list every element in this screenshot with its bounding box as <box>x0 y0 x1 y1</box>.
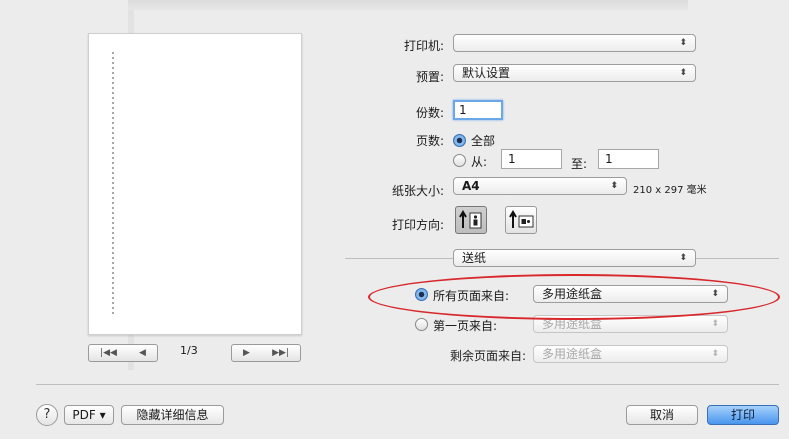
updown-arrow-icon: ⬍ <box>679 38 687 48</box>
printer-label: 打印机: <box>403 39 444 53</box>
page-preview <box>88 33 302 335</box>
section-menu-popup[interactable]: 送纸 ⬍ <box>453 249 696 267</box>
landscape-orientation-button[interactable] <box>505 206 537 234</box>
paper-dimensions: 210 x 297 毫米 <box>633 185 707 196</box>
first-page-button[interactable]: |◀◀ <box>100 348 117 358</box>
pages-from-radio[interactable] <box>453 154 466 167</box>
first-page-from-radio[interactable] <box>415 318 428 331</box>
hide-details-button[interactable]: 隐藏详细信息 <box>121 405 224 425</box>
pages-from-label: 从: <box>471 155 488 169</box>
updown-arrow-icon: ⬍ <box>610 181 618 191</box>
cancel-button[interactable]: 取消 <box>626 405 698 425</box>
pages-to-label: 至: <box>571 157 588 171</box>
preview-nav-forward: ▶ ▶▶| <box>231 344 301 362</box>
prev-page-button[interactable]: ◀ <box>139 348 146 358</box>
orientation-label: 打印方向: <box>391 218 444 232</box>
remaining-pages-source-value: 多用途纸盒 <box>542 347 603 361</box>
printer-popup[interactable]: ⬍ <box>453 34 696 52</box>
preview-nav-back: |◀◀ ◀ <box>88 344 158 362</box>
first-page-from-label: 第一页来自: <box>433 319 498 333</box>
footer-separator <box>36 384 779 385</box>
remaining-pages-source-popup[interactable]: 多用途纸盒 ⬍ <box>533 345 728 363</box>
preview-text-line <box>112 52 114 317</box>
updown-arrow-icon: ⬍ <box>711 349 719 359</box>
next-page-button[interactable]: ▶ <box>243 348 250 358</box>
last-page-button[interactable]: ▶▶| <box>272 348 289 358</box>
pages-from-field[interactable]: 1 <box>501 149 562 169</box>
updown-arrow-icon: ⬍ <box>711 319 719 329</box>
paper-size-label: 纸张大小: <box>391 184 444 198</box>
portrait-icon <box>459 210 482 229</box>
pages-all-label: 全部 <box>471 134 496 148</box>
landscape-icon <box>509 210 534 228</box>
page-indicator: 1/3 <box>180 344 198 357</box>
paper-size-popup[interactable]: A4 ⬍ <box>453 177 627 195</box>
highlight-ellipse <box>368 274 780 320</box>
copies-label: 份数: <box>415 106 444 120</box>
portrait-orientation-button[interactable] <box>455 206 487 234</box>
print-button[interactable]: 打印 <box>707 405 779 425</box>
pdf-menu-button[interactable]: PDF ▾ <box>64 405 114 425</box>
pages-label: 页数: <box>415 134 444 148</box>
copies-field[interactable]: 1 <box>453 100 503 120</box>
preset-label: 预置: <box>415 70 444 84</box>
paper-size-value: A4 <box>462 179 480 193</box>
updown-arrow-icon: ⬍ <box>679 253 687 263</box>
preset-popup[interactable]: 默认设置 ⬍ <box>453 64 696 82</box>
preset-value: 默认设置 <box>462 66 511 80</box>
background-ruler <box>128 0 688 10</box>
help-button[interactable]: ? <box>36 404 58 426</box>
updown-arrow-icon: ⬍ <box>679 68 687 78</box>
pages-to-field[interactable]: 1 <box>598 149 659 169</box>
pages-all-radio[interactable] <box>453 134 466 147</box>
remaining-pages-label: 剩余页面来自: <box>449 349 526 363</box>
section-menu-value: 送纸 <box>462 251 487 265</box>
